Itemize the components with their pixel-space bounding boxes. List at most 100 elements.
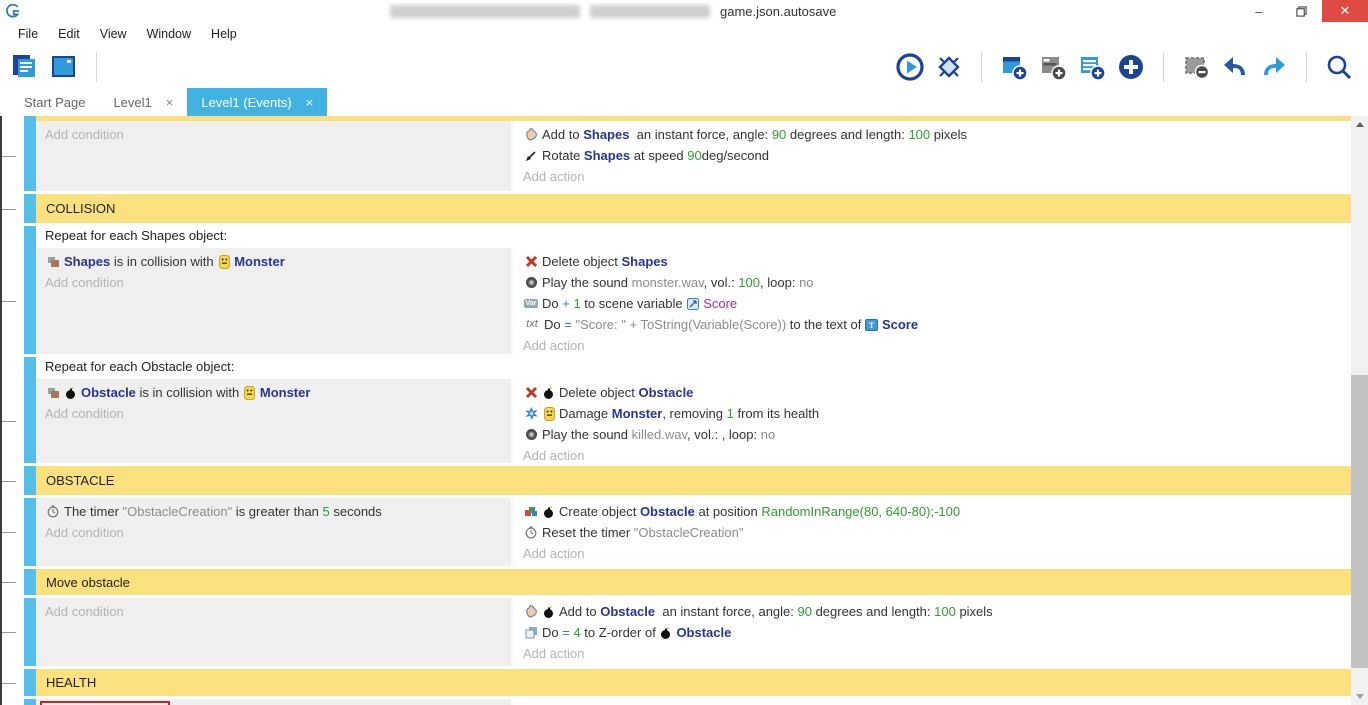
action-text: Delete object <box>559 385 639 400</box>
undo-icon[interactable] <box>1220 52 1250 82</box>
sound-icon <box>523 428 539 442</box>
repeat-header[interactable]: Repeat for each Shapes object: <box>36 226 1351 248</box>
add-condition-placeholder[interactable]: Add condition <box>45 272 511 293</box>
repeat-header[interactable]: Repeat for each Obstacle object: <box>36 357 1351 379</box>
operator: + <box>562 296 573 311</box>
action-delete[interactable]: Delete object Obstacle <box>523 382 1351 403</box>
action-add-force[interactable]: Add to Obstacle an instant force, angle:… <box>523 601 1351 622</box>
tab-level1[interactable]: Level1× <box>99 88 187 116</box>
condition-collision[interactable]: Obstacle is in collision with Monster <box>45 382 511 403</box>
object-name: Shapes <box>64 254 110 269</box>
add-action-placeholder[interactable]: Add action <box>523 543 1351 564</box>
action-rotate[interactable]: Rotate Shapes at speed 90deg/second <box>523 145 1351 166</box>
menu-view[interactable]: View <box>90 24 137 44</box>
add-action-placeholder[interactable]: Add action <box>523 166 1351 187</box>
event-row[interactable]: Add condition Add to Obstacle an instant… <box>2 598 1351 666</box>
damage-icon <box>523 407 539 421</box>
add-condition-placeholder[interactable]: Add condition <box>45 522 511 543</box>
tab-level1-events[interactable]: Level1 (Events)× <box>187 88 327 116</box>
event-row[interactable]: Add condition Add action <box>2 699 1351 705</box>
action-damage[interactable]: Damage Monster, removing 1 from its heal… <box>523 403 1351 424</box>
add-condition-placeholder[interactable]: Add condition <box>45 601 511 622</box>
scene-window-icon[interactable] <box>48 52 78 82</box>
action-variable[interactable]: Var Do + 1 to scene variable Score <box>523 293 1351 314</box>
scroll-down-arrow-icon[interactable] <box>1351 688 1368 705</box>
add-subevent-icon[interactable] <box>1038 52 1068 82</box>
add-comment-icon[interactable] <box>1077 52 1107 82</box>
search-icon[interactable] <box>1324 52 1354 82</box>
action-reset-timer[interactable]: Reset the timer "ObstacleCreation" <box>523 522 1351 543</box>
action-text: , removing <box>662 406 726 421</box>
conditions-cell[interactable]: Obstacle is in collision with Monster Ad… <box>36 379 514 463</box>
tab-close-icon[interactable]: × <box>306 95 314 110</box>
action-text: pixels <box>956 604 993 619</box>
event-row[interactable]: Repeat for each Obstacle object: Obstacl… <box>2 357 1351 463</box>
event-row[interactable]: Add condition Add to Shapes an instant f… <box>2 121 1351 191</box>
event-row[interactable]: Repeat for each Shapes object: Shapes is… <box>2 226 1351 354</box>
add-action-placeholder[interactable]: Add action <box>523 335 1351 356</box>
vertical-scrollbar[interactable] <box>1351 116 1368 705</box>
menu-edit[interactable]: Edit <box>48 24 90 44</box>
conditions-cell[interactable]: Shapes is in collision with Monster Add … <box>36 248 514 354</box>
action-add-force[interactable]: Add to Shapes an instant force, angle: 9… <box>523 124 1351 145</box>
tab-close-icon[interactable]: × <box>166 95 174 110</box>
actions-cell[interactable]: Add action <box>514 699 1351 705</box>
minimize-button[interactable]: – <box>1238 0 1280 22</box>
action-play-sound[interactable]: Play the sound killed.wav, vol.: , loop:… <box>523 424 1351 445</box>
menu-help[interactable]: Help <box>201 24 247 44</box>
param-value: 100 <box>738 275 760 290</box>
action-delete[interactable]: Delete object Shapes <box>523 251 1351 272</box>
param-value: 90 <box>772 127 786 142</box>
redo-icon[interactable] <box>1259 52 1289 82</box>
actions-cell[interactable]: Add to Obstacle an instant force, angle:… <box>514 598 1351 666</box>
restore-button[interactable] <box>1280 0 1322 22</box>
group-header-collision[interactable]: COLLISION <box>2 194 1351 223</box>
condition-collision[interactable]: Shapes is in collision with Monster <box>45 251 511 272</box>
add-condition-placeholder[interactable]: Add condition <box>45 403 511 424</box>
group-header-move-obstacle[interactable]: Move obstacle <box>2 569 1351 595</box>
action-text: , vol.: <box>704 275 739 290</box>
add-condition-placeholder[interactable]: Add condition <box>45 124 511 145</box>
tab-start-page[interactable]: Start Page <box>10 88 99 116</box>
delete-cross-icon <box>523 255 539 269</box>
actions-cell[interactable]: Delete object Obstacle Damage Monster, r… <box>514 379 1351 463</box>
close-button[interactable]: ✕ <box>1322 0 1368 22</box>
project-manager-icon[interactable] <box>8 52 38 82</box>
object-name: Monster <box>234 251 285 272</box>
action-z-order[interactable]: Do = 4 to Z-order of Obstacle <box>523 622 1351 643</box>
param-value: monster.wav <box>632 275 704 290</box>
actions-cell[interactable]: Delete object Shapes Play the sound mons… <box>514 248 1351 354</box>
add-action-placeholder[interactable]: Add action <box>523 643 1351 664</box>
add-circle-icon[interactable] <box>1116 52 1146 82</box>
add-action-placeholder[interactable]: Add action <box>523 445 1351 466</box>
conditions-cell[interactable]: Add condition <box>36 699 514 705</box>
conditions-cell[interactable]: Add condition <box>36 121 514 191</box>
play-preview-icon[interactable] <box>895 52 925 82</box>
add-event-icon[interactable] <box>999 52 1029 82</box>
action-text: Rotate <box>542 148 584 163</box>
event-row[interactable]: The timer "ObstacleCreation" is greater … <box>2 498 1351 566</box>
action-set-text[interactable]: txt Do = "Score: " + ToString(Variable(S… <box>523 314 1351 335</box>
group-header-health[interactable]: HEALTH <box>2 669 1351 696</box>
window-title-text: game.json.autosave <box>720 4 836 19</box>
debug-icon[interactable] <box>934 52 964 82</box>
actions-cell[interactable]: Add to Shapes an instant force, angle: 9… <box>514 121 1351 191</box>
action-create-object[interactable]: Create object Obstacle at position Rando… <box>523 501 1351 522</box>
param-value: 4 <box>573 625 580 640</box>
condition-timer[interactable]: The timer "ObstacleCreation" is greater … <box>45 501 511 522</box>
actions-cell[interactable]: Create object Obstacle at position Rando… <box>514 498 1351 566</box>
scroll-up-arrow-icon[interactable] <box>1351 116 1368 133</box>
monster-icon <box>243 386 257 400</box>
menu-file[interactable]: File <box>8 24 48 44</box>
action-text: Do <box>542 625 562 640</box>
annotation-highlight-box <box>40 701 170 705</box>
scrollbar-thumb[interactable] <box>1351 375 1368 668</box>
action-play-sound[interactable]: Play the sound monster.wav, vol.: 100, l… <box>523 272 1351 293</box>
bomb-icon <box>64 386 78 400</box>
scrollbar-track[interactable] <box>1351 133 1368 688</box>
delete-event-icon[interactable] <box>1181 52 1211 82</box>
conditions-cell[interactable]: Add condition <box>36 598 514 666</box>
group-header-obstacle[interactable]: OBSTACLE <box>2 466 1351 495</box>
conditions-cell[interactable]: The timer "ObstacleCreation" is greater … <box>36 498 514 566</box>
menu-window[interactable]: Window <box>137 24 201 44</box>
